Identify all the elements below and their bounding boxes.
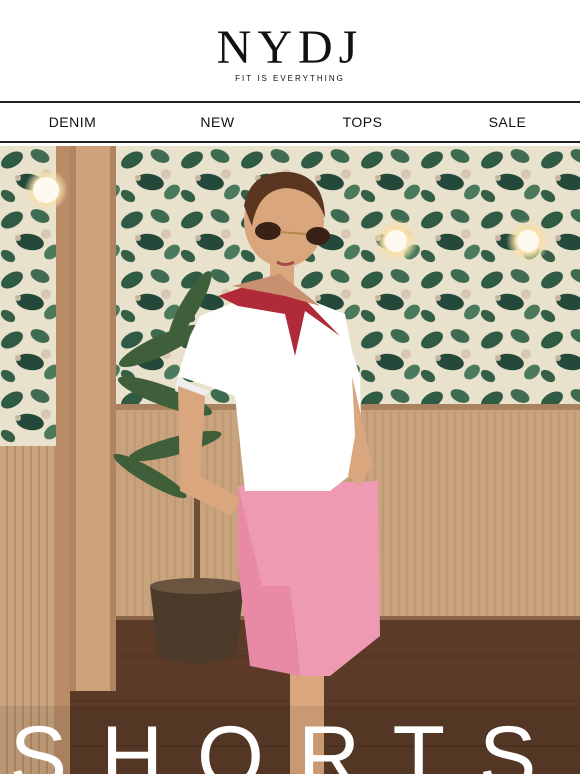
hero-banner[interactable]: SHORTS xyxy=(0,146,580,774)
hero-image xyxy=(0,146,580,774)
nav-item-tops[interactable]: TOPS xyxy=(295,114,431,130)
category-nav: DENIM NEW TOPS SALE xyxy=(0,101,580,143)
brand-logo[interactable]: NYDJ xyxy=(0,22,580,74)
nav-item-new[interactable]: NEW xyxy=(150,114,286,130)
brand-tagline: FIT IS EVERYTHING xyxy=(235,74,345,83)
email-header: NYDJ FIT IS EVERYTHING xyxy=(0,0,580,101)
nav-item-denim[interactable]: DENIM xyxy=(5,114,141,130)
nav-item-sale[interactable]: SALE xyxy=(440,114,576,130)
hero-headline: SHORTS xyxy=(9,709,571,774)
